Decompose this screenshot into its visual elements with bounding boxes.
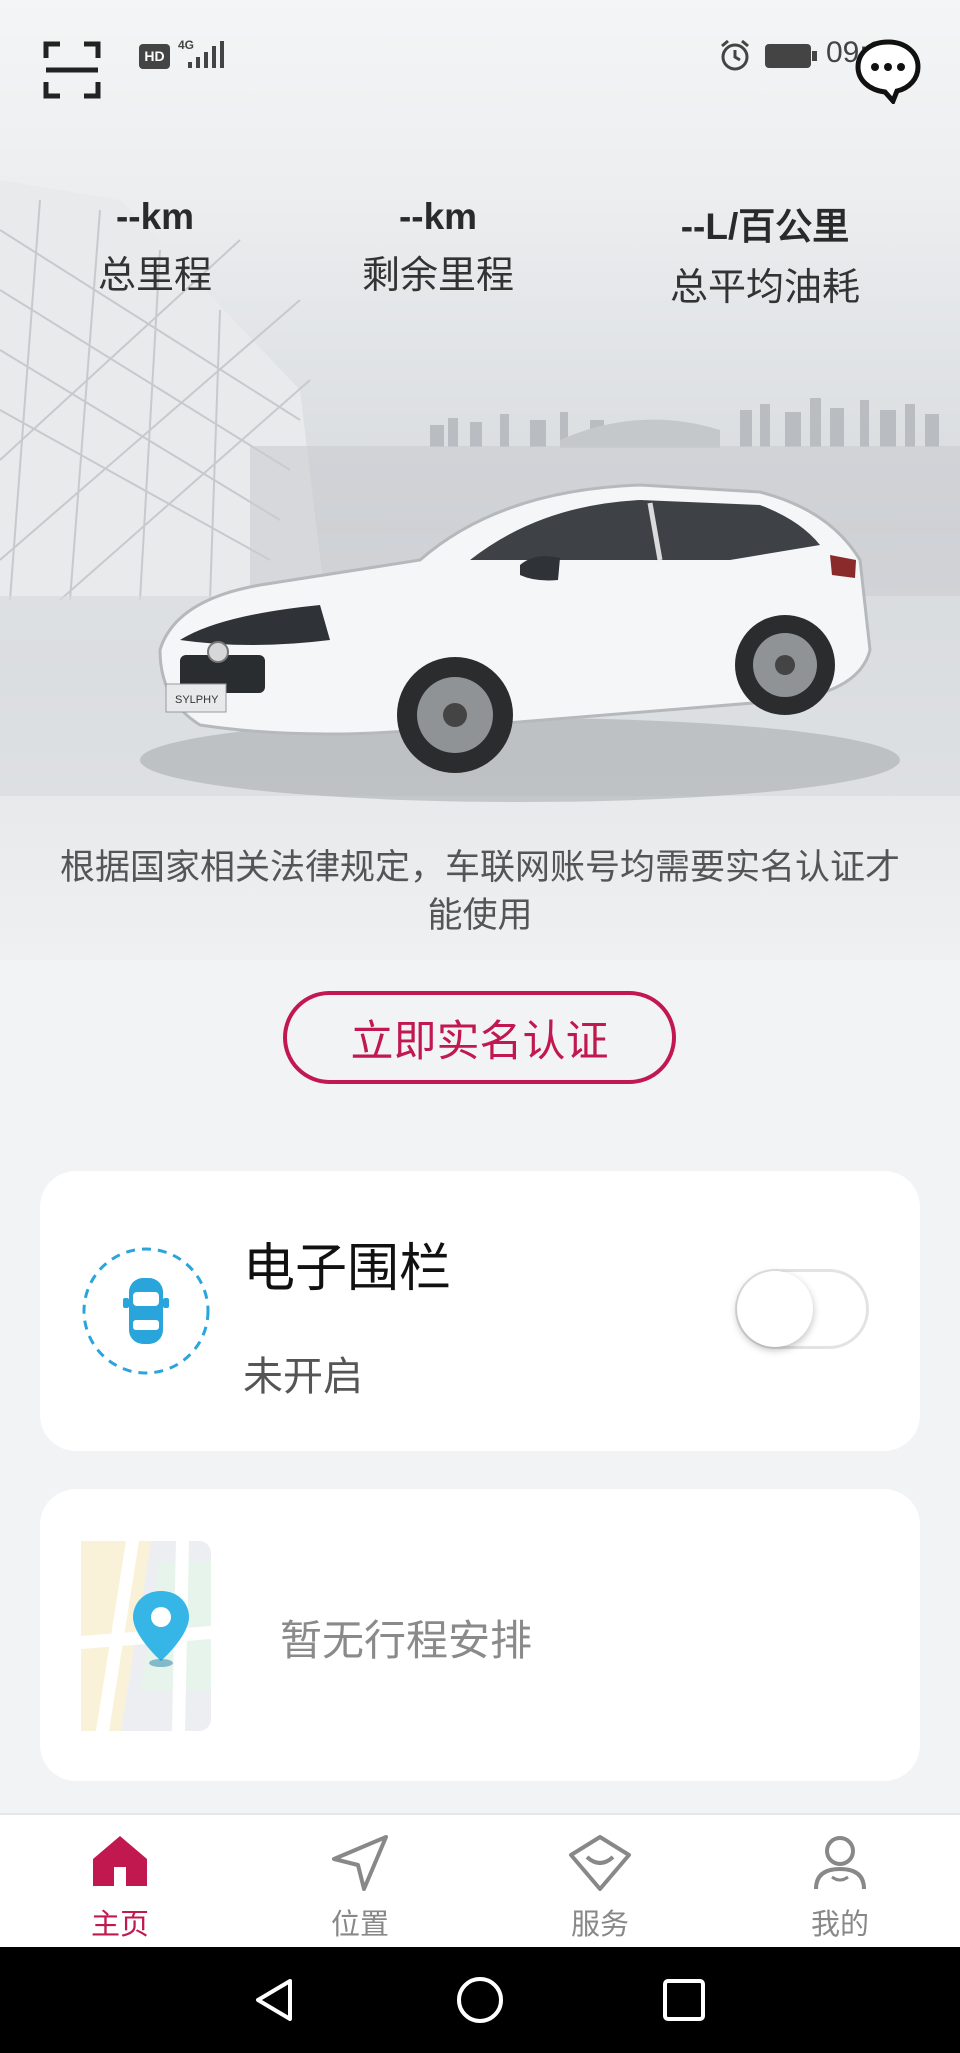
battery-icon bbox=[765, 44, 817, 68]
toggle-knob bbox=[737, 1271, 813, 1347]
home-circle-icon[interactable] bbox=[454, 1974, 506, 2026]
notice-line-1: 根据国家相关法律规定，车联网账号均需要实名认证才 bbox=[59, 848, 900, 888]
notice-line-2: 能使用 bbox=[427, 896, 533, 936]
no-trip-text: 暂无行程安排 bbox=[280, 1616, 533, 1665]
location-arrow-icon bbox=[332, 1835, 388, 1891]
real-name-notice: 根据国家相关法律规定，车联网账号均需要实名认证才 能使用 bbox=[0, 844, 960, 940]
bottom-tab-bar: 主页 位置 服务 我的 bbox=[0, 1813, 960, 1947]
stat-label: 剩余里程 bbox=[361, 253, 514, 297]
trip-card[interactable]: 暂无行程安排 bbox=[40, 1489, 920, 1781]
hero-scenery: SYLPHY bbox=[0, 180, 960, 802]
tab-service[interactable]: 服务 bbox=[480, 1815, 720, 1949]
stat-avg-fuel: --L/百公里 总平均油耗 bbox=[635, 196, 895, 311]
system-nav-bar bbox=[0, 1947, 960, 2053]
tab-label: 我的 bbox=[810, 1907, 869, 1941]
tab-location[interactable]: 位置 bbox=[240, 1815, 480, 1949]
stat-total-mileage: --km 总里程 bbox=[25, 196, 285, 299]
stat-value: --km bbox=[115, 196, 195, 237]
geofence-toggle[interactable] bbox=[735, 1269, 869, 1349]
stat-value: --L/百公里 bbox=[680, 206, 850, 247]
stat-remaining-mileage: --km 剩余里程 bbox=[308, 196, 568, 299]
stat-value: --km bbox=[398, 196, 478, 237]
geofence-car-icon bbox=[82, 1247, 210, 1375]
geofence-card[interactable]: 电子围栏 未开启 bbox=[40, 1171, 920, 1451]
hero-banner: SYLPHY HD 4G --km 总里程 --km 剩余里程 --L/百公里 … bbox=[0, 0, 960, 960]
message-icon[interactable] bbox=[853, 38, 923, 104]
tab-home[interactable]: 主页 bbox=[0, 1815, 240, 1949]
car-badge-text: SYLPHY bbox=[175, 694, 219, 706]
profile-icon bbox=[814, 1836, 866, 1890]
tab-label: 服务 bbox=[570, 1907, 629, 1941]
tab-label: 位置 bbox=[330, 1907, 389, 1941]
screen: { "status_bar": { "hd_badge": "HD", "net… bbox=[0, 0, 960, 2053]
geofence-status: 未开启 bbox=[243, 1354, 363, 1400]
stat-label: 总里程 bbox=[97, 253, 212, 297]
alarm-icon bbox=[721, 39, 749, 71]
hd-badge: HD bbox=[139, 44, 170, 69]
recents-icon[interactable] bbox=[660, 1976, 708, 2024]
home-icon bbox=[93, 1836, 147, 1886]
geofence-title: 电子围栏 bbox=[243, 1239, 452, 1299]
tab-profile[interactable]: 我的 bbox=[720, 1815, 960, 1949]
back-icon[interactable] bbox=[250, 1975, 300, 2025]
scan-icon[interactable] bbox=[42, 40, 102, 100]
signal-icon bbox=[188, 41, 224, 68]
map-pin-icon bbox=[81, 1541, 211, 1731]
service-icon bbox=[569, 1835, 631, 1891]
stat-label: 总平均油耗 bbox=[669, 265, 860, 309]
tab-label: 主页 bbox=[90, 1907, 149, 1941]
verify-now-button[interactable]: 立即实名认证 bbox=[283, 991, 676, 1084]
